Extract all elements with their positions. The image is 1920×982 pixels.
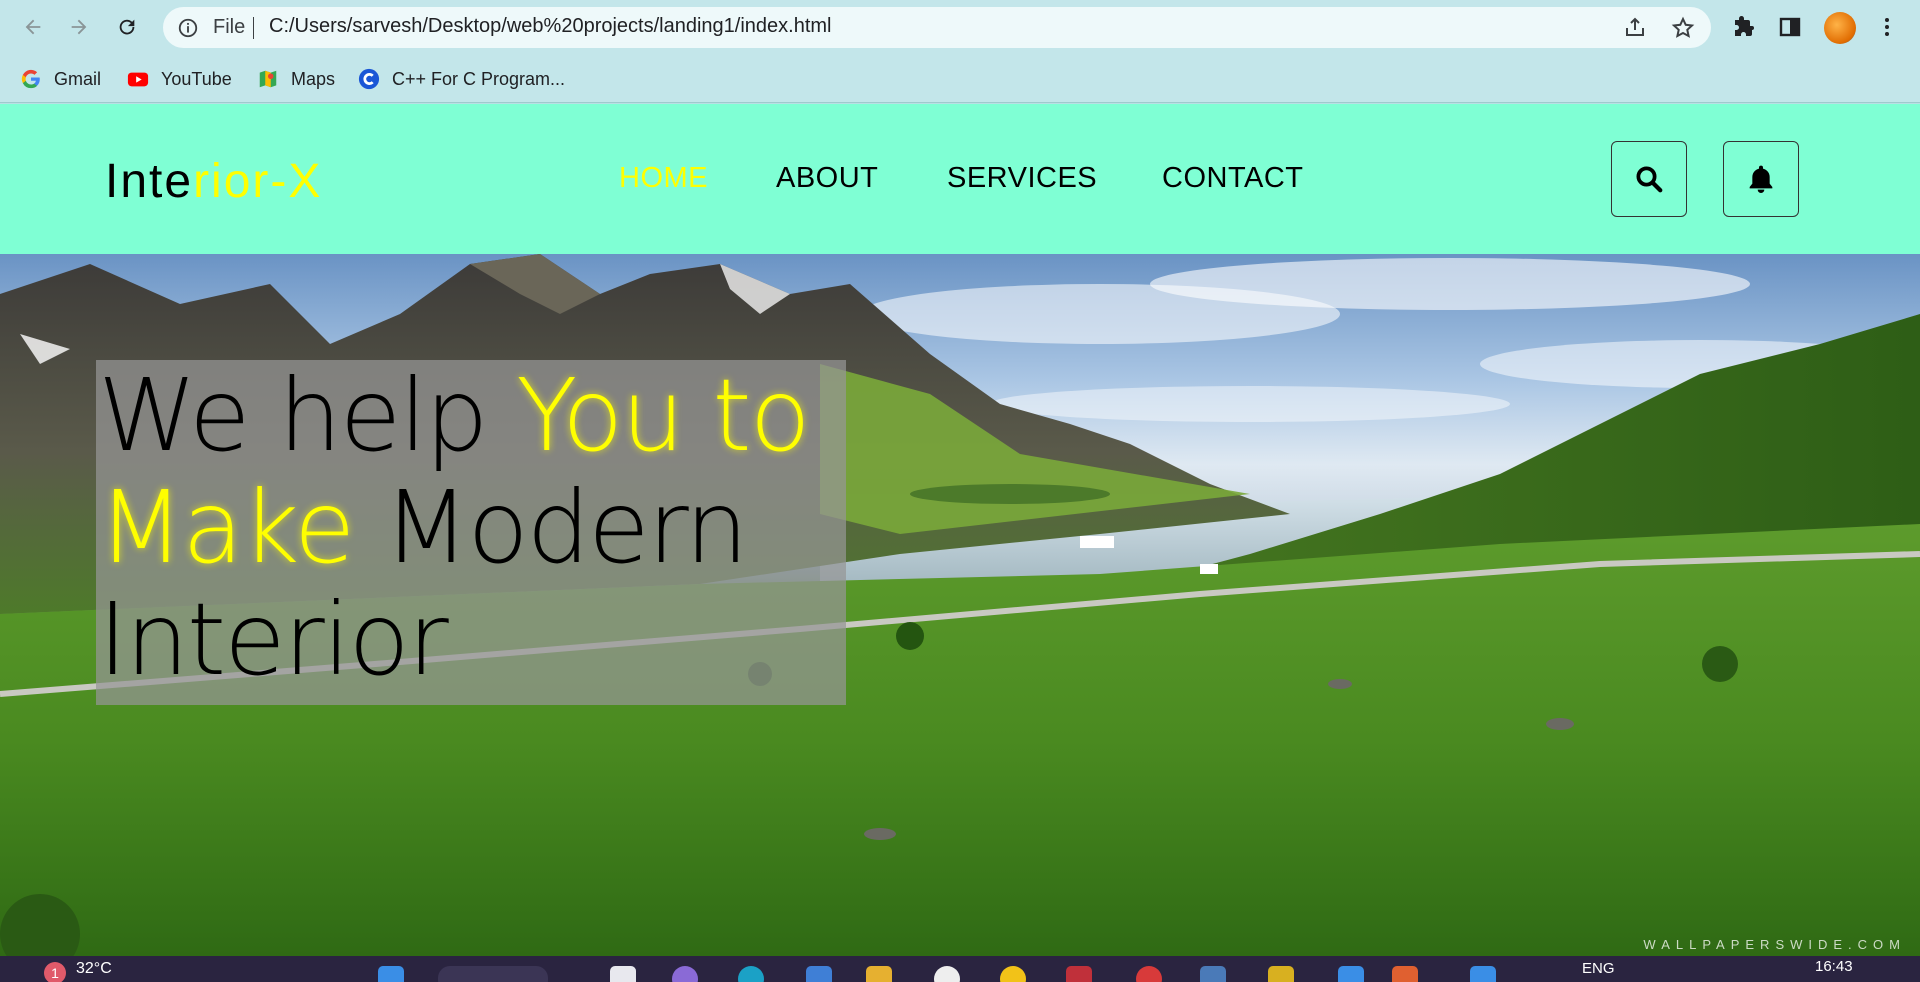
logo-part-highlight: rior-X	[193, 155, 323, 208]
task-view-icon[interactable]	[610, 966, 636, 982]
language-indicator[interactable]: ENG	[1582, 960, 1615, 977]
app-icon[interactable]	[1066, 966, 1092, 982]
nav-contact[interactable]: CONTACT	[1162, 162, 1304, 195]
app-icon[interactable]	[1470, 966, 1496, 982]
weather-widget[interactable]: 32°C	[76, 960, 112, 978]
more-menu-icon[interactable]	[1874, 14, 1900, 40]
browser-toolbar: File C:/Users/sarvesh/Desktop/web%20proj…	[0, 0, 1920, 55]
reload-icon[interactable]	[112, 12, 142, 42]
address-bar[interactable]: File C:/Users/sarvesh/Desktop/web%20proj…	[163, 7, 1711, 48]
chat-icon[interactable]	[672, 966, 698, 982]
hero-word-highlight: You to	[516, 357, 811, 474]
hero-headline: We help You to Make Modern Interior	[98, 360, 838, 696]
search-icon	[1636, 166, 1663, 193]
bookmark-maps[interactable]: Maps	[257, 65, 335, 93]
app-icon[interactable]	[1200, 966, 1226, 982]
nav-home[interactable]: HOME	[619, 162, 708, 195]
bookmark-youtube[interactable]: YouTube	[127, 65, 232, 93]
hero-word: Modern	[353, 469, 748, 586]
bookmark-label: YouTube	[161, 68, 232, 89]
bookmark-label: Gmail	[54, 68, 102, 89]
hero-word-highlight: Make	[98, 469, 355, 586]
extensions-icon[interactable]	[1731, 14, 1757, 40]
profile-avatar[interactable]	[1824, 12, 1856, 44]
bookmarks-bar: Gmail YouTube Maps C++ For C Program...	[0, 55, 1920, 103]
chrome-icon[interactable]	[1000, 966, 1026, 982]
hero-word: We help	[98, 357, 517, 474]
hero-section: We help You to Make Modern Interior WALLPA…	[0, 254, 1920, 956]
site-logo[interactable]: Interior-X	[105, 154, 322, 209]
nav-services[interactable]: SERVICES	[947, 162, 1097, 195]
site-header: Interior-X HOME ABOUT SERVICES CONTACT	[0, 104, 1920, 254]
youtube-icon	[127, 68, 149, 90]
bookmark-cpp[interactable]: C++ For C Program...	[358, 65, 565, 93]
start-icon[interactable]	[378, 966, 404, 982]
edge-icon[interactable]	[738, 966, 764, 982]
scheme-label: File	[213, 16, 246, 38]
logo-part-dark: Inte	[105, 155, 194, 208]
clock[interactable]: 16:43	[1815, 958, 1853, 975]
bookmark-gmail[interactable]: Gmail	[20, 65, 101, 93]
c-logo-icon	[358, 68, 380, 90]
bookmark-label: Maps	[291, 68, 336, 89]
info-icon[interactable]	[177, 17, 199, 39]
omnibox-divider	[253, 17, 254, 39]
os-taskbar: 1 32°C ENG 16:43	[0, 956, 1920, 982]
maps-icon	[257, 68, 279, 90]
taskbar-search-icon[interactable]	[438, 966, 548, 982]
search-button[interactable]	[1611, 141, 1687, 217]
forward-icon[interactable]	[64, 12, 94, 42]
app-icon[interactable]	[1268, 966, 1294, 982]
folder-icon[interactable]	[866, 966, 892, 982]
image-watermark: WALLPAPERSWIDE.COM	[1643, 937, 1906, 952]
notification-badge[interactable]: 1	[44, 962, 66, 982]
star-icon[interactable]	[1671, 16, 1695, 40]
app-icon[interactable]	[1392, 966, 1418, 982]
share-icon[interactable]	[1623, 16, 1647, 40]
bookmark-label: C++ For C Program...	[392, 68, 566, 89]
store-icon[interactable]	[806, 966, 832, 982]
url-text[interactable]: C:/Users/sarvesh/Desktop/web%20projects/…	[269, 15, 832, 38]
notifications-button[interactable]	[1723, 141, 1799, 217]
side-panel-icon[interactable]	[1777, 14, 1803, 40]
nav-about[interactable]: ABOUT	[776, 162, 878, 195]
bell-icon	[1749, 165, 1773, 193]
app-icon[interactable]	[934, 966, 960, 982]
app-icon[interactable]	[1136, 966, 1162, 982]
vscode-icon[interactable]	[1338, 966, 1364, 982]
hero-word: Interior	[98, 581, 449, 698]
google-icon	[20, 68, 42, 90]
back-icon[interactable]	[18, 12, 48, 42]
